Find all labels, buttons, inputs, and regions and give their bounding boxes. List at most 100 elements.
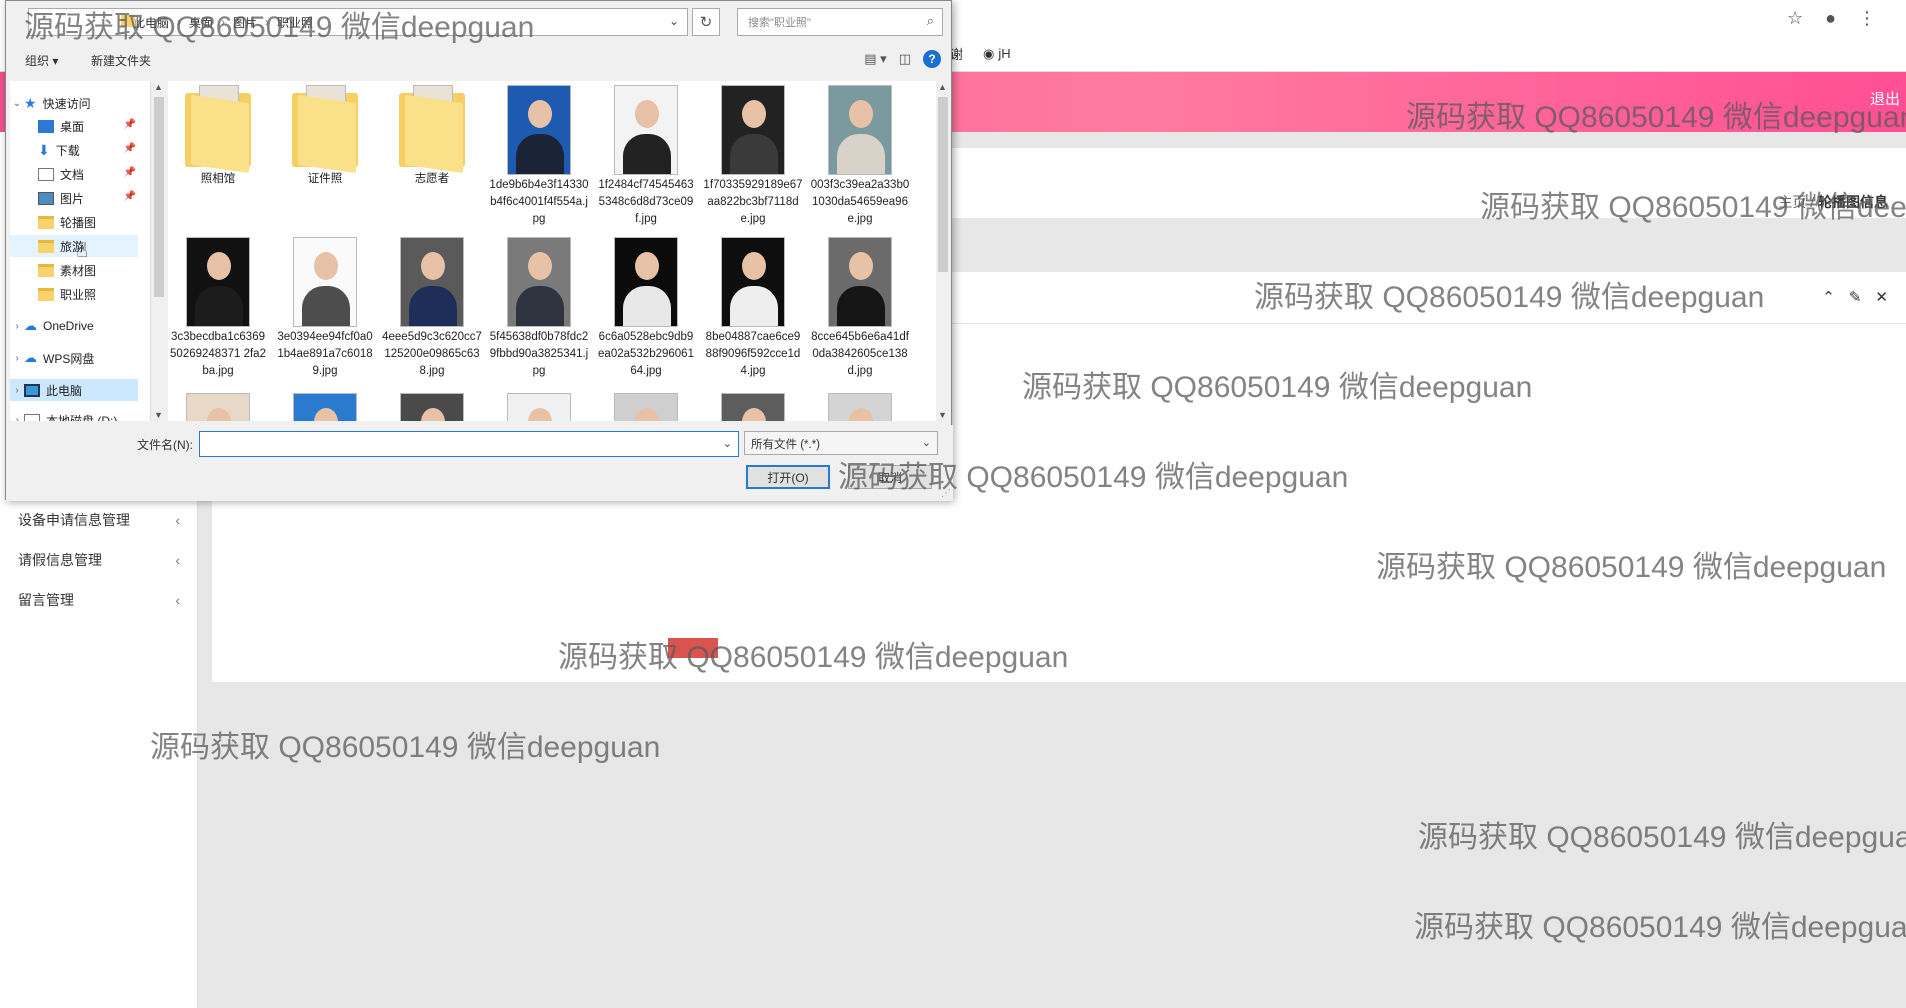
photo-thumbnail: [507, 237, 571, 327]
folder-icon: [185, 85, 251, 174]
folder-item[interactable]: 志愿者: [382, 85, 482, 188]
breadcrumb-home[interactable]: 主页: [1778, 194, 1806, 210]
nav-item-wps-drive[interactable]: › ☁ WPS网盘: [10, 347, 138, 369]
file-item[interactable]: 3c3becdba1c636950269248371 2fa2ba.jpg: [168, 237, 268, 380]
file-open-dialog: 此电脑 › 桌面 › 图片 › 职业照 ⌄ ↻ 搜索"职业照" ⌕ 组织 ▾ 新…: [5, 0, 953, 501]
pictures-icon: [38, 191, 54, 205]
sidebar-item-messages[interactable]: 留言管理 ‹: [0, 580, 198, 620]
scroll-up-icon[interactable]: ▲: [154, 82, 163, 92]
nav-scrollbar[interactable]: ▲ ▼: [152, 81, 166, 421]
scroll-thumb[interactable]: [938, 97, 948, 272]
resize-grip-icon[interactable]: ⋰: [941, 488, 951, 499]
photo-thumbnail[interactable]: [828, 393, 892, 421]
scroll-down-icon[interactable]: ▼: [154, 410, 163, 420]
file-name: 003f3c39ea2a33b01030da54659ea96e.jpg: [810, 179, 910, 225]
folder-icon: [38, 215, 54, 229]
scroll-down-icon[interactable]: ▼: [938, 410, 947, 420]
filetype-select[interactable]: 所有文件 (*.*) ⌄: [744, 431, 938, 455]
nav-item-downloads[interactable]: ⬇ 下载 📌: [10, 139, 138, 161]
photo-thumbnail: [507, 85, 571, 175]
preview-pane-icon[interactable]: ◫: [899, 51, 911, 67]
chevron-left-icon: ‹: [175, 552, 180, 568]
address-segment[interactable]: 桌面: [189, 14, 213, 31]
nav-item-career-photos[interactable]: 职业照: [10, 283, 138, 305]
file-item[interactable]: 3e0394ee94fcf0a01b4ae891a7c60189.jpg: [275, 237, 375, 380]
folder-icon: [38, 263, 54, 277]
file-item[interactable]: 1de9b6b4e3f14330b4f6c4001f4f554a.jpg: [489, 85, 589, 228]
folder-item[interactable]: 照相馆: [168, 85, 268, 188]
refresh-icon: ↻: [699, 14, 713, 31]
photo-thumbnail[interactable]: [507, 393, 571, 421]
photo-thumbnail[interactable]: [400, 393, 464, 421]
photo-thumbnail[interactable]: [293, 393, 357, 421]
photo-thumbnail: [186, 237, 250, 327]
file-name: 1de9b6b4e3f14330b4f6c4001f4f554a.jpg: [489, 179, 589, 225]
file-item[interactable]: 003f3c39ea2a33b01030da54659ea96e.jpg: [810, 85, 910, 228]
file-item[interactable]: 5f45638df0b78fdc29fbbd90a3825341.jpg: [489, 237, 589, 380]
nav-item-materials[interactable]: 素材图: [10, 259, 138, 281]
nav-item-quick-access[interactable]: ⌄ ★ 快速访问: [10, 92, 138, 114]
file-name: 3e0394ee94fcf0a01b4ae891a7c60189.jpg: [277, 331, 373, 377]
nav-item-travel[interactable]: 旅游: [10, 235, 138, 257]
account-icon[interactable]: ●: [1825, 8, 1836, 29]
sidebar-item-device-apply[interactable]: 设备申请信息管理 ‹: [0, 500, 198, 540]
help-icon[interactable]: ?: [923, 50, 941, 68]
photo-thumbnail: [400, 237, 464, 327]
photo-thumbnail[interactable]: [614, 393, 678, 421]
photo-thumbnail[interactable]: [186, 393, 250, 421]
nav-item-carousel[interactable]: 轮播图: [10, 211, 138, 233]
pin-icon: 📌: [123, 191, 136, 202]
file-item[interactable]: 1f2484cf745454635348c6d8d73ce09f.jpg: [596, 85, 696, 228]
file-item[interactable]: 1f70335929189e67aa822bc3bf7118de.jpg: [703, 85, 803, 228]
chevron-down-icon[interactable]: ⌄: [669, 14, 679, 28]
close-icon[interactable]: ✕: [1875, 288, 1888, 306]
file-name: 4eee5d9c3c620cc7125200e09865c638.jpg: [382, 331, 482, 377]
address-segment[interactable]: 职业照: [277, 14, 313, 31]
collapse-icon[interactable]: ⌃: [1822, 288, 1835, 306]
menu-icon[interactable]: ⋮: [1858, 8, 1876, 29]
scroll-up-icon[interactable]: ▲: [938, 82, 947, 92]
file-scrollbar[interactable]: ▲ ▼: [936, 81, 950, 421]
nav-item-local-disk[interactable]: › 本地磁盘 (D:): [10, 409, 138, 421]
desktop-icon: [38, 119, 54, 133]
logout-link[interactable]: 退出: [1870, 88, 1900, 109]
filename-label: 文件名(N):: [137, 438, 193, 452]
address-segment[interactable]: 此电脑: [133, 14, 169, 31]
file-item[interactable]: 6c6a0528ebc9db9ea02a532b29606164.jpg: [596, 237, 696, 380]
nav-item-pictures[interactable]: 图片 📌: [10, 187, 138, 209]
submit-button[interactable]: [668, 638, 718, 658]
organize-button[interactable]: 组织 ▾: [25, 52, 58, 69]
cancel-button[interactable]: 取消: [848, 465, 932, 489]
photo-thumbnail: [293, 237, 357, 327]
pin-icon: 📌: [123, 119, 136, 130]
star-icon[interactable]: ☆: [1787, 8, 1803, 29]
nav-item-this-pc[interactable]: › 此电脑: [10, 379, 138, 401]
file-item[interactable]: 8be04887cae6ce988f9096f592cce1d4.jpg: [703, 237, 803, 380]
file-item[interactable]: 8cce645b6e6a41df0da3842605ce138d.jpg: [810, 237, 910, 380]
sidebar-item-leave[interactable]: 请假信息管理 ‹: [0, 540, 198, 580]
chevron-down-icon[interactable]: ⌄: [723, 437, 732, 450]
wrench-icon[interactable]: ✎: [1849, 288, 1862, 306]
address-bar[interactable]: 此电脑 › 桌面 › 图片 › 职业照 ⌄: [28, 8, 688, 36]
drive-icon: [24, 413, 40, 421]
new-folder-button[interactable]: 新建文件夹: [91, 52, 151, 69]
file-name: 证件照: [307, 173, 343, 185]
nav-item-desktop[interactable]: 桌面 📌: [10, 115, 138, 137]
search-icon: ⌕: [926, 13, 934, 28]
view-options-icon[interactable]: ▤ ▾: [864, 51, 886, 67]
scroll-thumb[interactable]: [154, 97, 164, 297]
refresh-button[interactable]: ↻: [692, 8, 720, 36]
bookmark-item[interactable]: ◉ jH: [983, 44, 1011, 63]
folder-item[interactable]: 证件照: [275, 85, 375, 188]
filename-input[interactable]: ⌄: [199, 431, 739, 457]
view-tools: ▤ ▾ ◫ ?: [864, 50, 941, 68]
photo-thumbnail[interactable]: [721, 393, 785, 421]
nav-item-onedrive[interactable]: › ☁ OneDrive: [10, 315, 138, 337]
cloud-icon: ☁: [24, 318, 37, 333]
file-item[interactable]: 4eee5d9c3c620cc7125200e09865c638.jpg: [382, 237, 482, 380]
open-button[interactable]: 打开(O): [746, 465, 830, 489]
search-input[interactable]: 搜索"职业照" ⌕: [737, 8, 943, 36]
nav-item-documents[interactable]: 文档 📌: [10, 163, 138, 185]
address-segment[interactable]: 图片: [233, 14, 257, 31]
photo-thumbnail: [614, 237, 678, 327]
